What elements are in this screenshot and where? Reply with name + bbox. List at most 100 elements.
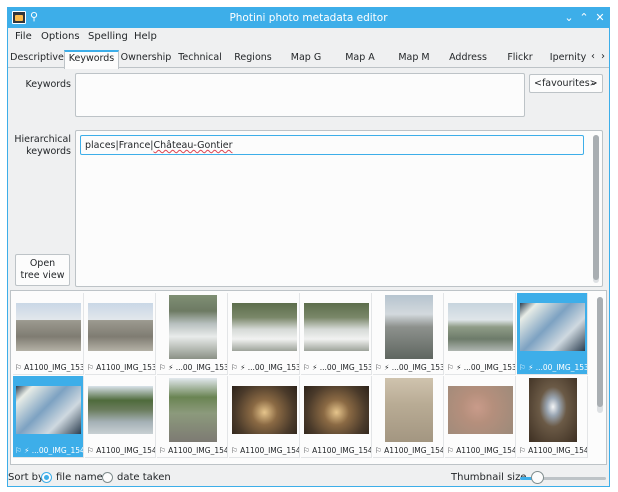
close-button[interactable]: ✕	[592, 9, 608, 26]
tab-technical[interactable]: Technical	[173, 50, 227, 68]
tab-address[interactable]: Address	[441, 50, 495, 68]
thumbnail-image	[304, 295, 369, 359]
hierarchical-keyword-input[interactable]: places|France|Château-Gontier	[80, 135, 584, 155]
maximize-button[interactable]: ⌃	[576, 9, 592, 26]
menu-spelling[interactable]: Spelling	[88, 31, 128, 42]
thumbnail-cell[interactable]: ⚐ ⚡ ...00_IMG_1535	[229, 293, 300, 375]
thumbnail-caption: ⚐ A1100_IMG_1533	[87, 363, 155, 372]
thumbnail-cell[interactable]: ⚐ A1100_IMG_1546	[445, 376, 516, 458]
thumbnail-image	[160, 295, 225, 359]
menu-bar: File Options Spelling Help	[8, 28, 609, 48]
keywords-panel: Keywords <favourites> ⌄ Hierarchical key…	[8, 68, 609, 287]
thumbnail-image	[232, 378, 297, 442]
thumbnail-caption: ⚐ ⚡ ...00_IMG_1534	[159, 363, 227, 372]
thumbnail-size-slider-handle[interactable]	[531, 471, 545, 484]
tab-map-a[interactable]: Map A	[333, 50, 387, 68]
thumbnail-image	[448, 295, 513, 359]
thumbnail-caption: ⚐ A1100_IMG_1545	[375, 446, 443, 455]
tab-map-m[interactable]: Map M	[387, 50, 441, 68]
thumbnail-cell[interactable]: ⚐ ⚡ ...00_IMG_1537	[373, 293, 444, 375]
tab-regions[interactable]: Regions	[227, 50, 279, 68]
thumbnail-image	[376, 295, 441, 359]
keywords-label: Keywords	[25, 79, 71, 90]
open-tree-view-button[interactable]: Open tree view	[15, 254, 70, 286]
photo-river-trees	[88, 386, 153, 434]
hierarchical-scrollbar-thumb[interactable]	[593, 135, 599, 280]
status-bar: Sort by file name date taken Thumbnail s…	[8, 468, 609, 486]
thumbnail-image	[520, 378, 585, 442]
photo-water-portrait	[168, 295, 217, 359]
thumbnail-cell[interactable]: ⚐ A1100_IMG_1542	[157, 376, 228, 458]
thumbnail-caption: ⚐ ⚡ ...00_IMG_1538	[447, 363, 515, 372]
keywords-input[interactable]	[75, 73, 525, 117]
thumbnail-image	[16, 378, 81, 442]
tab-flickr[interactable]: Flickr	[495, 50, 545, 68]
thumbnail-cell[interactable]: ⚐ ⚡ ...00_IMG_1536	[301, 293, 372, 375]
favourites-dropdown[interactable]: <favourites> ⌄	[529, 74, 603, 93]
thumbnail-cell[interactable]: ⚐ ⚡ ...00_IMG_1540	[13, 376, 84, 458]
thumbnail-caption: ⚐ A1100_IMG_1544	[303, 446, 371, 455]
thumbnail-image	[160, 378, 225, 442]
hierarchical-keywords-label-line2: keywords	[26, 146, 71, 157]
photo-path-portrait	[168, 378, 217, 442]
photo-fresco	[448, 386, 513, 434]
thumbnail-cell[interactable]: ⚐ ⚡ ...00_IMG_1539	[517, 293, 588, 375]
photo-crypt	[304, 386, 369, 434]
thumbnail-cell[interactable]: ⚐ ⚡ ...00_IMG_1534	[157, 293, 228, 375]
thumbnail-cell[interactable]: ⚐ A1100_IMG_1533	[85, 293, 156, 375]
tab-scroll-left-icon[interactable]: ‹	[591, 51, 595, 62]
thumbnail-cell[interactable]: ⚐ A1100_IMG_1544	[301, 376, 372, 458]
thumbnail-image	[232, 295, 297, 359]
photo-map-sign	[16, 386, 81, 434]
menu-help[interactable]: Help	[134, 31, 157, 42]
thumbnail-caption: ⚐ A1100_IMG_1532	[15, 363, 83, 372]
chevron-down-icon: ⌄	[589, 77, 598, 88]
thumbnail-image	[448, 378, 513, 442]
thumbnail-image	[520, 295, 585, 359]
thumbnail-image	[304, 378, 369, 442]
menu-file[interactable]: File	[15, 31, 32, 42]
sort-by-label: Sort by	[8, 472, 44, 483]
menu-options[interactable]: Options	[41, 31, 80, 42]
thumbnail-grid: ⚐ A1100_IMG_1532 ⚐ A1100_IMG_1533 ⚐ ⚡ ...0…	[10, 290, 607, 465]
thumbnail-cell[interactable]: ⚐ ⚡ ...00_IMG_1538	[445, 293, 516, 375]
tab-map-g[interactable]: Map G	[279, 50, 333, 68]
hierarchical-keywords-area[interactable]: places|France|Château-Gontier	[75, 130, 603, 287]
tab-keywords[interactable]: Keywords	[64, 50, 119, 69]
tab-scroll-right-icon[interactable]: ›	[601, 51, 605, 62]
open-tree-view-label-line1: Open	[29, 258, 56, 269]
sort-file-name-radio[interactable]	[41, 472, 52, 483]
photo-building	[88, 303, 153, 351]
thumbnail-cell[interactable]: ⚐ A1100_IMG_1545	[373, 376, 444, 458]
tab-descriptive[interactable]: Descriptive	[10, 50, 64, 68]
thumbnail-caption: ⚐ A1100_IMG_1542	[159, 446, 227, 455]
thumbnail-caption: ⚐ ⚡ ...00_IMG_1540	[15, 446, 83, 455]
hierarchical-keyword-value: places|France|Château-Gontier	[85, 140, 233, 151]
photo-weir	[304, 303, 369, 351]
thumbnail-cell[interactable]: ⚐ A1100_IMG_1543	[229, 376, 300, 458]
thumbnail-cell[interactable]: ⚐ A1100_IMG_1547	[517, 376, 588, 458]
sort-file-name-label[interactable]: file name	[56, 472, 103, 483]
spelling-error-word: Château-Gontier	[153, 140, 233, 151]
main-window: ⚲ Photini photo metadata editor ⌄ ⌃ ✕ Fi…	[7, 7, 610, 487]
minimize-button[interactable]: ⌄	[561, 9, 577, 26]
sort-date-taken-radio[interactable]	[102, 472, 113, 483]
photo-building	[16, 303, 81, 351]
photo-crypt	[232, 386, 297, 434]
thumbnail-scrollbar-thumb[interactable]	[597, 297, 603, 407]
thumbnail-caption: ⚐ ⚡ ...00_IMG_1537	[375, 363, 443, 372]
photo-window-portrait	[528, 378, 577, 442]
thumbnail-cell[interactable]: ⚐ A1100_IMG_1532	[13, 293, 84, 375]
favourites-selected: <favourites>	[534, 78, 598, 89]
photo-map-sign	[520, 303, 585, 351]
tab-ipernity[interactable]: Ipernity	[545, 50, 591, 68]
thumbnail-caption: ⚐ A1100_IMG_1543	[231, 446, 299, 455]
hierarchical-keywords-label-line1: Hierarchical	[14, 134, 71, 145]
tab-ownership[interactable]: Ownership	[119, 50, 173, 68]
photo-lock-portrait	[384, 295, 433, 359]
thumbnail-caption: ⚐ ⚡ ...00_IMG_1535	[231, 363, 299, 372]
thumbnail-image	[16, 295, 81, 359]
thumbnail-cell[interactable]: ⚐ A1100_IMG_1541	[85, 376, 156, 458]
open-tree-view-label-line2: tree view	[20, 270, 65, 281]
sort-date-taken-label[interactable]: date taken	[117, 472, 171, 483]
